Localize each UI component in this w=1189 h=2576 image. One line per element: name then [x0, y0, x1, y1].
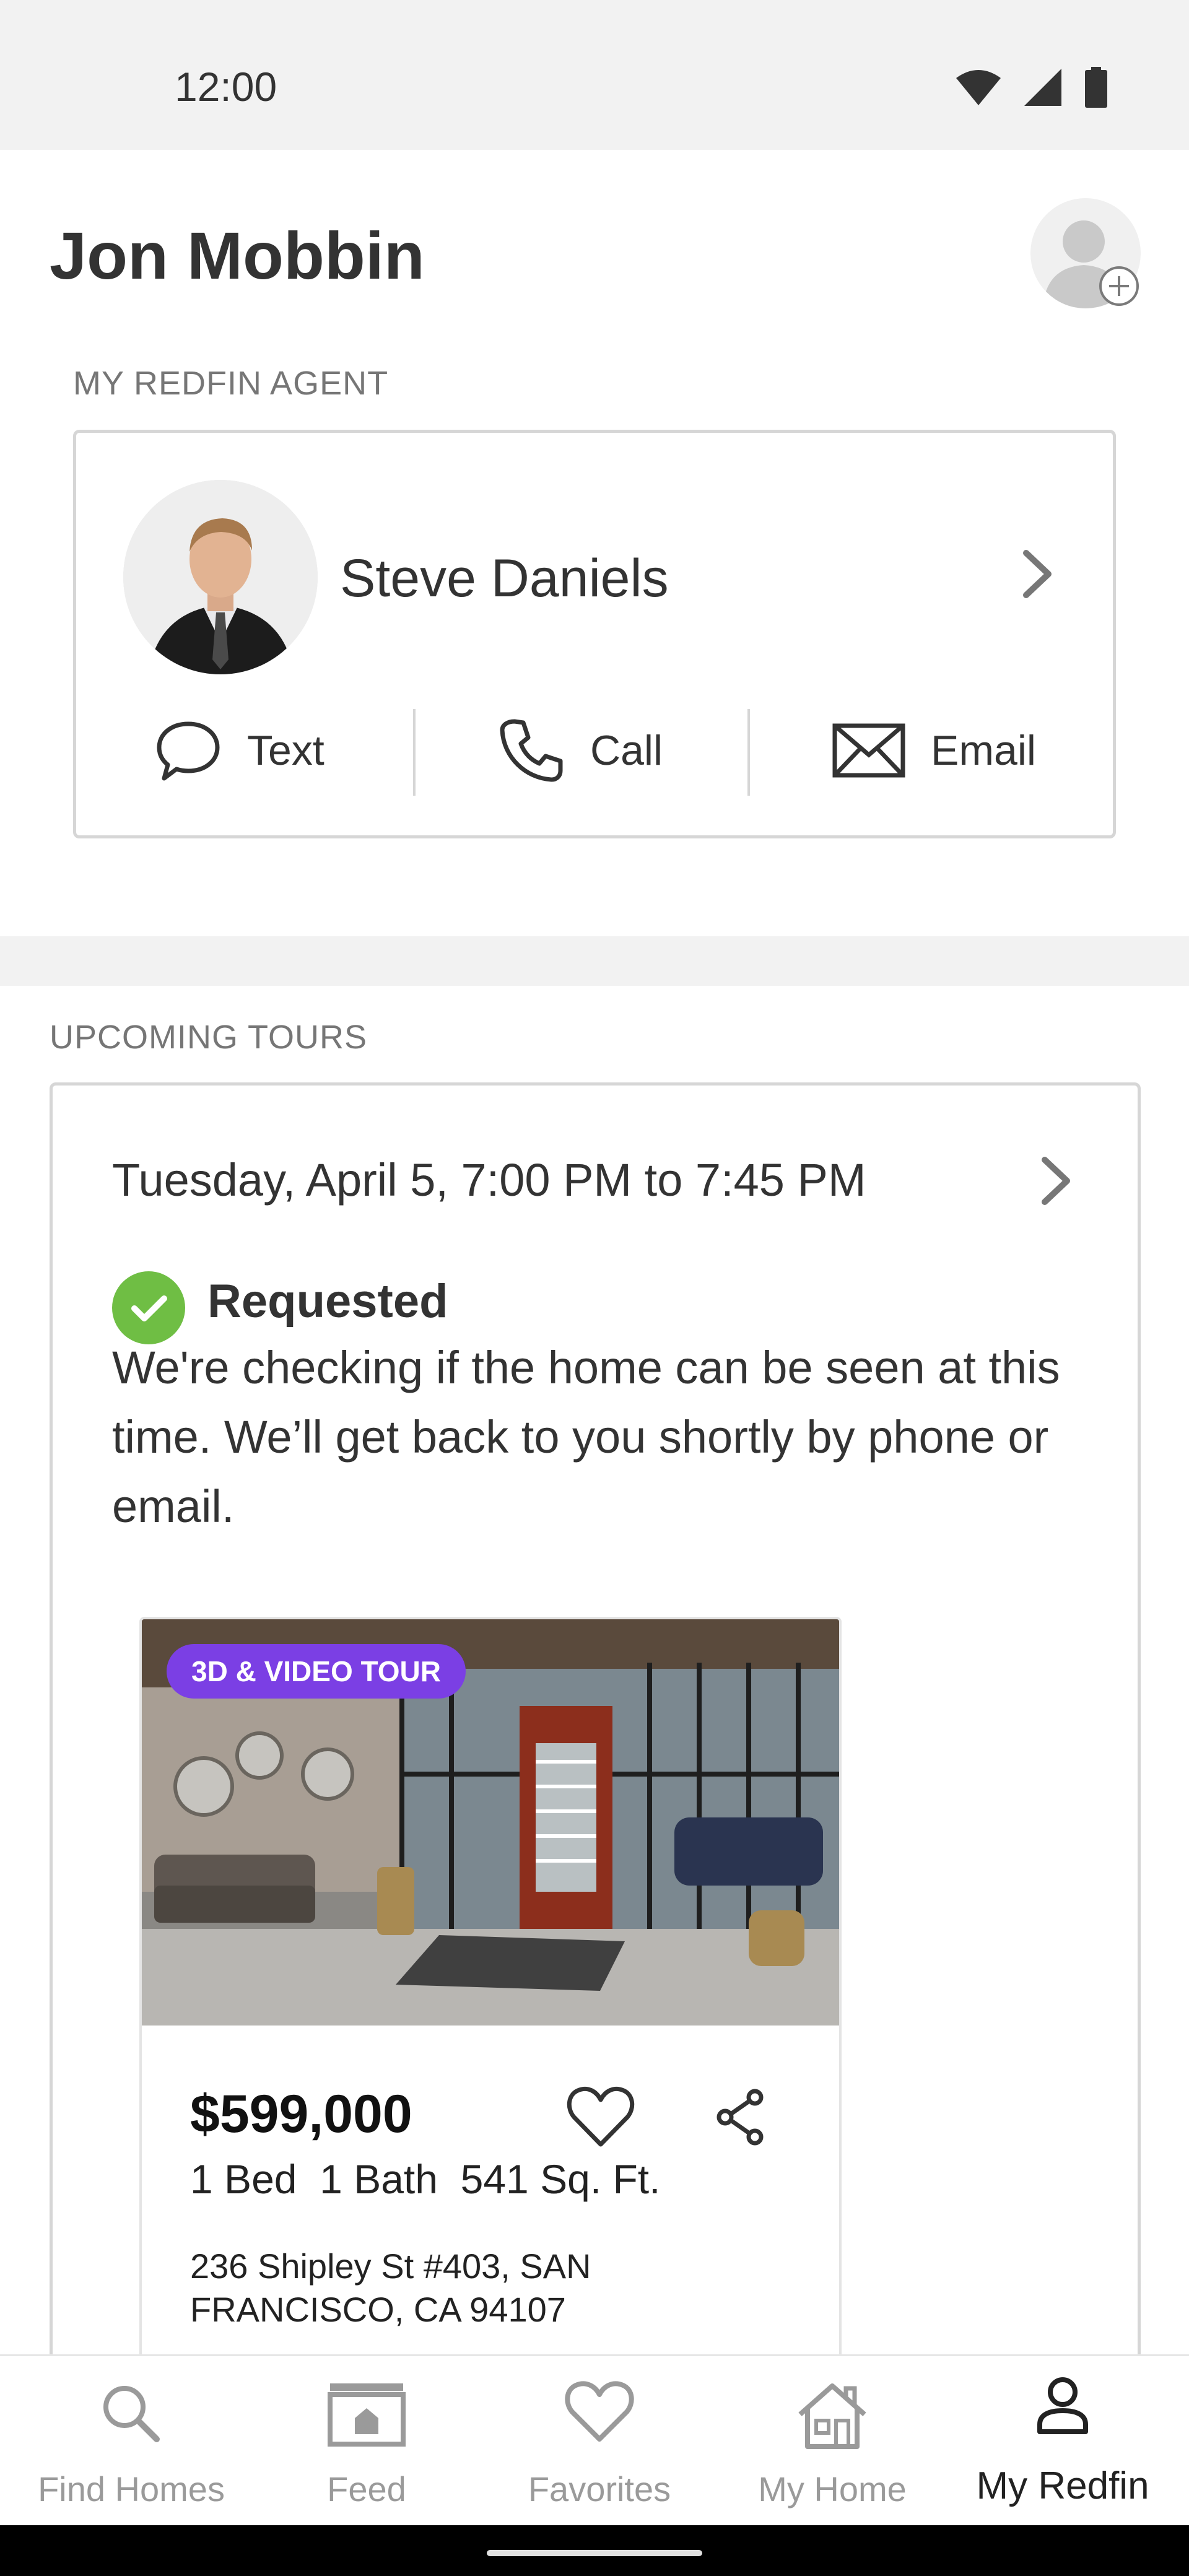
agent-avatar: [123, 480, 318, 674]
heart-icon[interactable]: [565, 2085, 636, 2149]
heart-icon: [565, 2381, 634, 2442]
listing-photo[interactable]: 3D & VIDEO TOUR: [142, 1619, 839, 2026]
nav-find-homes[interactable]: Find Homes: [12, 2356, 250, 2527]
chat-bubble-icon: [157, 721, 220, 781]
tour-status: Requested: [207, 1275, 448, 1328]
agent-contact-actions: Text Call Email: [76, 704, 1113, 797]
search-icon: [103, 2386, 160, 2442]
chevron-right-icon: [1042, 1157, 1070, 1205]
status-bar: 12:00: [0, 0, 1189, 150]
agent-photo-illustration: [123, 480, 318, 674]
nav-label: My Redfin: [976, 2465, 1149, 2507]
cell-signal-icon: [1024, 69, 1061, 106]
agent-card[interactable]: Steve Daniels Text Call Email: [73, 430, 1116, 838]
email-button-label: Email: [931, 727, 1037, 774]
tour-date-time: Tuesday, April 5, 7:00 PM to 7:45 PM: [112, 1154, 866, 1206]
nav-my-redfin[interactable]: My Redfin: [944, 2356, 1182, 2527]
status-time: 12:00: [175, 64, 277, 110]
nav-label: Favorites: [528, 2469, 671, 2509]
nav-label: Feed: [327, 2469, 406, 2509]
email-agent-button[interactable]: Email: [832, 704, 1036, 797]
text-button-label: Text: [247, 727, 324, 774]
page-title: Jon Mobbin: [50, 218, 425, 293]
nav-label: Find Homes: [38, 2469, 225, 2509]
bottom-navigation: Find Homes Feed Favorites My Home My Red…: [0, 2354, 1189, 2525]
tour-card[interactable]: Tuesday, April 5, 7:00 PM to 7:45 PM Req…: [50, 1082, 1141, 2422]
call-agent-button[interactable]: Call: [497, 704, 663, 797]
listing-address: 236 Shipley St #403, SAN FRANCISCO, CA 9…: [190, 2247, 591, 2329]
nav-favorites[interactable]: Favorites: [481, 2356, 718, 2527]
house-icon: [798, 2383, 866, 2449]
action-divider: [747, 709, 750, 796]
nav-my-home[interactable]: My Home: [713, 2356, 951, 2527]
listing-facts: 1 Bed 1 Bath 541 Sq. Ft.: [190, 2156, 661, 2202]
envelope-icon: [832, 723, 905, 778]
listing-card[interactable]: 3D & VIDEO TOUR $599,000 1 Bed 1 Bath 54…: [139, 1617, 842, 2422]
call-button-label: Call: [590, 727, 663, 774]
action-divider: [413, 709, 416, 796]
nav-label: My Home: [758, 2469, 907, 2509]
phone-icon: [500, 719, 563, 782]
wifi-icon: [956, 70, 1001, 105]
user-icon: [1037, 2377, 1088, 2434]
battery-icon: [1085, 67, 1107, 108]
agent-name: Steve Daniels: [340, 549, 669, 608]
share-icon[interactable]: [712, 2087, 771, 2147]
tours-section-label: UPCOMING TOURS: [50, 1019, 368, 1056]
nav-feed[interactable]: Feed: [248, 2356, 486, 2527]
video-tour-badge: 3D & VIDEO TOUR: [167, 1644, 466, 1699]
chevron-right-icon: [1023, 550, 1052, 598]
tour-status-message: We're checking if the home can be seen a…: [112, 1342, 1060, 1532]
profile-avatar-button[interactable]: [1030, 198, 1141, 308]
status-icons: [956, 67, 1107, 108]
agent-section-label: MY REDFIN AGENT: [73, 365, 389, 402]
feed-icon: [328, 2383, 406, 2447]
section-divider: [0, 936, 1189, 986]
home-gesture-handle[interactable]: [487, 2550, 702, 2556]
text-agent-button[interactable]: Text: [154, 704, 324, 797]
listing-price: $599,000: [190, 2084, 412, 2144]
avatar-placeholder-icon: [1030, 198, 1141, 308]
